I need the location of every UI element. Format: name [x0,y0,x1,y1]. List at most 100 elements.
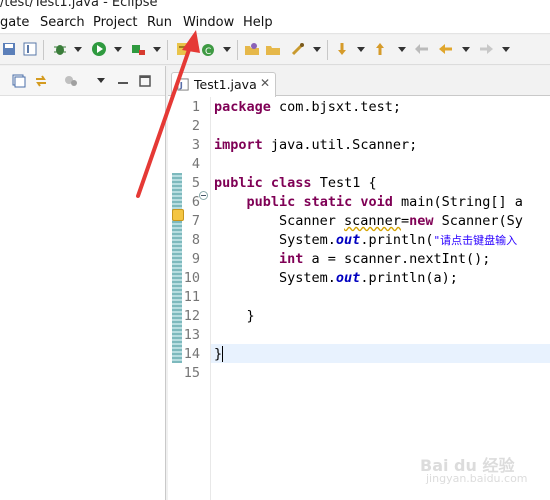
new-class-dropdown-icon[interactable] [223,47,231,52]
code-line-1: package com.bjsxt.test; [214,99,401,115]
search-tool-icon[interactable] [290,41,306,57]
code-text: a = scanner.nextInt(); [303,251,491,267]
new-class-icon[interactable]: C [200,41,216,57]
editor-tab-bar: J Test1.java ✕ [168,66,550,97]
line-number: 9 [191,251,200,267]
code-text: main(String[] a [392,194,523,210]
code-line-7: Scanner scanner=new Scanner(Sy [214,213,523,229]
toolbar-separator [327,40,328,60]
run-icon[interactable] [91,41,107,57]
line-number: 7 [191,213,200,229]
last-edit-location-icon[interactable] [414,41,430,57]
line-number: 6 [191,194,200,210]
keyword: static [303,194,353,210]
java-editor: J Test1.java ✕ 1 2 3 4 5 6 7 8 9 10 11 1… [168,66,550,500]
menu-run[interactable]: Run [147,15,172,30]
view-menu-icon[interactable] [97,78,105,83]
line-number: 15 [183,365,200,381]
line-number: 10 [183,270,200,286]
line-number: 2 [191,118,200,134]
code-line-14: } [214,346,223,362]
menu-window[interactable]: Window [183,15,234,30]
static-field: out [335,270,361,286]
external-tools-icon[interactable] [130,41,146,57]
minimize-icon[interactable] [116,74,130,88]
forward-icon[interactable] [478,41,494,57]
code-text: java.util.Scanner; [262,137,418,153]
tab-test1-java[interactable]: J Test1.java ✕ [171,72,276,97]
forward-dropdown-icon[interactable] [502,47,510,52]
menu-search[interactable]: Search [40,15,85,30]
debug-dropdown-icon[interactable] [74,47,82,52]
code-line-6: public static void main(String[] a [214,194,523,210]
debug-icon[interactable] [52,41,68,57]
tab-label: Test1.java [194,77,257,92]
code-text: System. [214,270,336,286]
gutter-divider [210,97,211,500]
window-title-bar: /test/Test1.java - Eclipse [0,0,550,12]
search-tool-dropdown-icon[interactable] [313,47,321,52]
keyword: package [214,99,271,115]
code-line-12: } [214,308,255,324]
svg-text:C: C [205,47,211,57]
code-line-8: System.out.println("请点击键盘输入 [214,232,517,248]
previous-annotation-icon[interactable] [372,41,388,57]
maximize-icon[interactable] [138,74,152,88]
run-dropdown-icon[interactable] [114,47,122,52]
code-text: System. [214,232,336,248]
keyword: void [360,194,393,210]
print-icon[interactable] [22,41,38,57]
line-number: 12 [183,308,200,324]
string-literal: "请点击键盘输入 [433,234,518,247]
collapse-all-icon[interactable] [12,74,26,88]
java-file-icon: J [177,78,189,91]
toolbar-separator [237,40,238,60]
save-all-icon[interactable] [2,41,18,57]
toolbar-separator [43,40,44,60]
watermark-url: jingyan.baidu.com [426,472,528,485]
keyword: public [246,194,296,210]
code-text: com.bjsxt.test; [270,99,401,115]
code-text: .println( [360,232,434,248]
warning-variable: scanner [344,213,401,229]
line-number: 11 [183,289,200,305]
external-tools-dropdown-icon[interactable] [153,47,161,52]
toolbar-separator [167,40,168,60]
focus-on-task-icon[interactable] [64,74,78,88]
menu-navigate[interactable]: gate [0,15,29,30]
keyword: public [214,175,263,191]
previous-annotation-dropdown-icon[interactable] [398,47,406,52]
code-area[interactable]: 1 2 3 4 5 6 7 8 9 10 11 12 13 14 15 pack… [168,97,550,500]
open-folder-icon[interactable] [265,41,281,57]
line-number: 14 [183,346,200,362]
back-icon[interactable] [438,41,454,57]
line-number: 4 [191,156,200,172]
current-line-highlight [211,344,550,363]
code-text: .println(a); [360,270,458,286]
menu-project[interactable]: Project [93,15,137,30]
fold-toggle-icon[interactable] [199,191,208,200]
next-annotation-icon[interactable] [334,41,350,57]
code-line-5: public class Test1 { [214,175,377,191]
window-title: /test/Test1.java - Eclipse [0,0,158,10]
keyword: new [409,213,434,229]
code-line-10: System.out.println(a); [214,270,458,286]
menu-help[interactable]: Help [243,15,273,30]
text-cursor [222,346,223,362]
code-text: Scanner(Sy [433,213,523,229]
tab-close-icon[interactable]: ✕ [260,76,270,90]
link-with-editor-icon[interactable] [34,74,48,88]
open-type-icon[interactable] [244,41,260,57]
main-toolbar: C [0,35,550,65]
keyword: import [214,137,263,153]
code-text: Test1 { [311,175,377,191]
next-annotation-dropdown-icon[interactable] [357,47,365,52]
keyword: int [279,251,304,267]
back-dropdown-icon[interactable] [462,47,470,52]
menu-bar: gate Search Project Run Window Help [0,12,550,34]
new-java-project-icon[interactable] [175,41,191,57]
code-line-9: int a = scanner.nextInt(); [214,251,490,267]
line-number: 13 [183,327,200,343]
